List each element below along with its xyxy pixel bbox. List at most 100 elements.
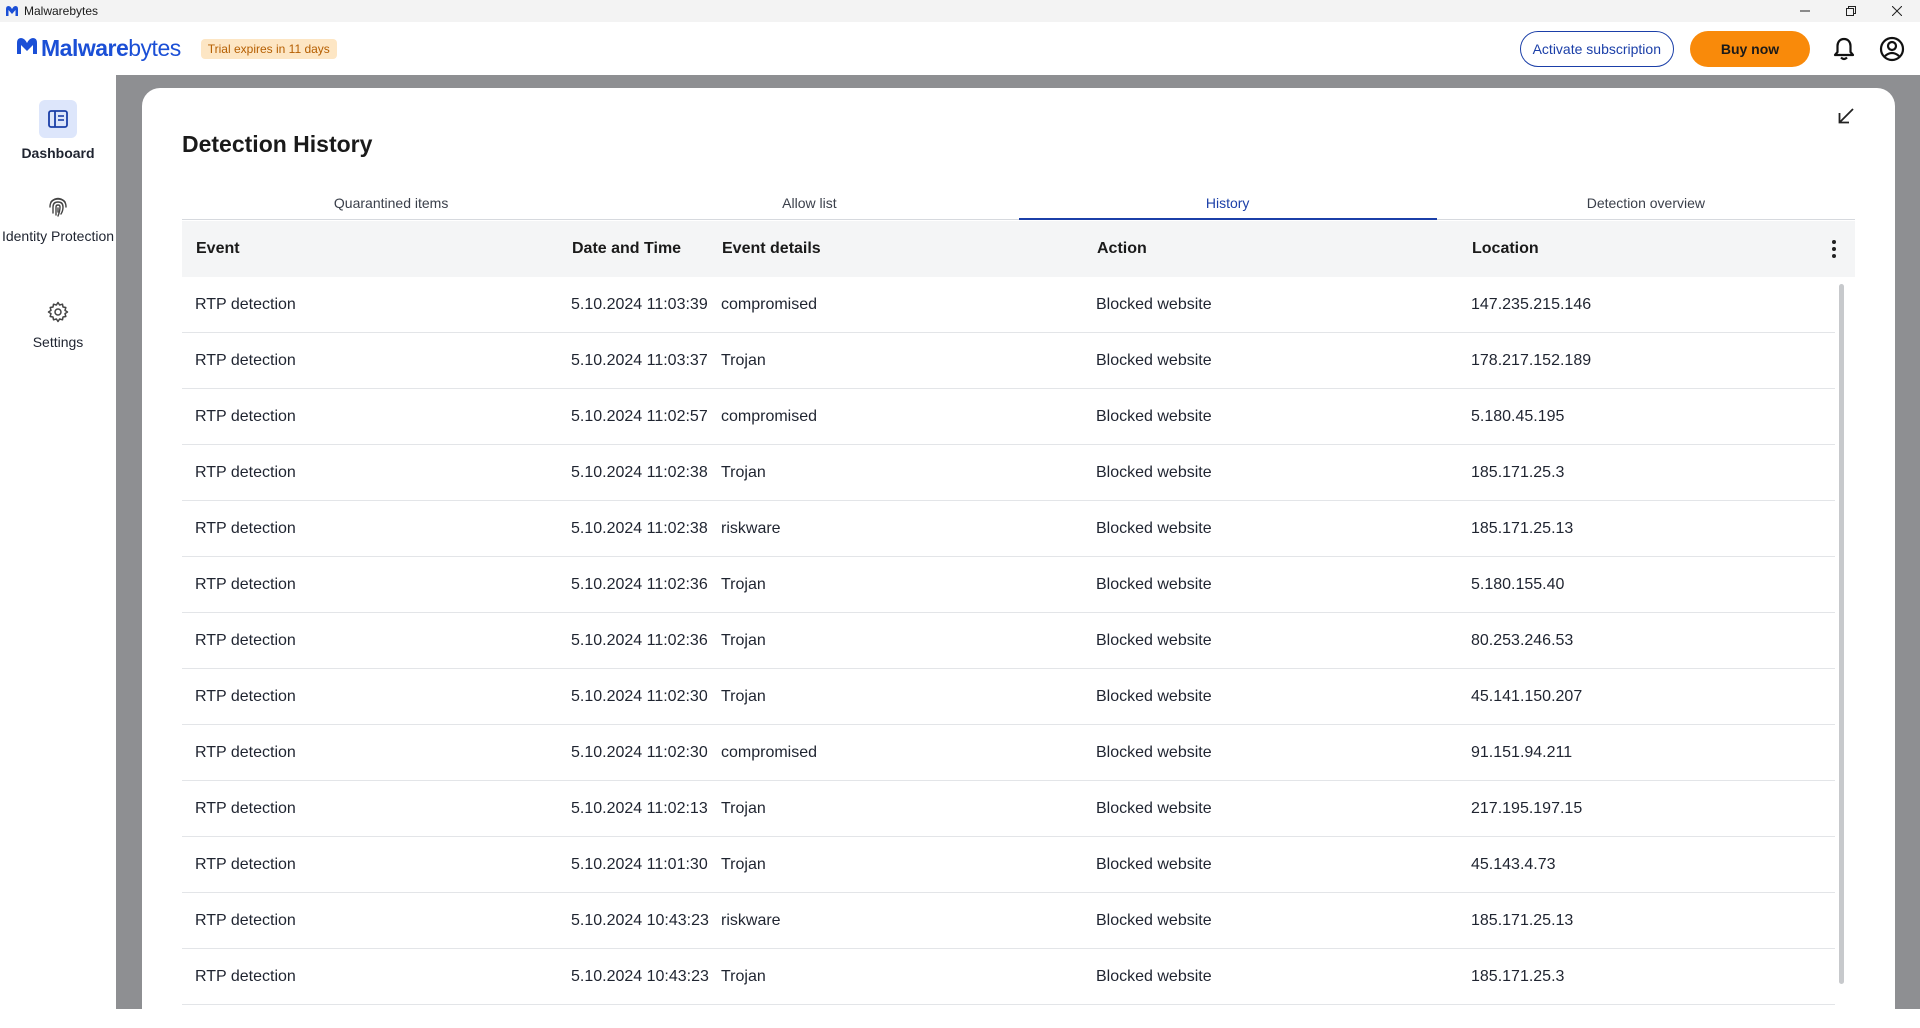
cell-location: 91.151.94.211 — [1471, 743, 1573, 761]
cell-event: RTP detection — [195, 743, 296, 761]
cell-action: Blocked website — [1096, 855, 1212, 873]
cell-location: 178.217.152.189 — [1471, 351, 1592, 369]
table-row[interactable]: RTP detection 5.10.2024 11:02:13 Trojan Blo… — [182, 781, 1835, 837]
cell-location: 147.235.215.146 — [1471, 295, 1592, 313]
cell-date: 5.10.2024 11:01:30 — [571, 855, 708, 873]
tab-history[interactable]: History — [1018, 186, 1438, 220]
restore-button[interactable] — [1828, 0, 1874, 22]
cell-date: 5.10.2024 11:02:30 — [571, 687, 708, 705]
cell-location: 45.143.4.73 — [1471, 855, 1556, 873]
app-header: Malwarebytes Trial expires in 11 days Ac… — [0, 22, 1920, 75]
column-header-date[interactable]: Date and Time — [572, 240, 681, 258]
column-header-action[interactable]: Action — [1097, 240, 1147, 258]
cell-location: 185.171.25.3 — [1471, 463, 1565, 481]
cell-details: Trojan — [721, 687, 766, 705]
cell-event: RTP detection — [195, 351, 296, 369]
column-header-location[interactable]: Location — [1472, 240, 1539, 258]
cell-event: RTP detection — [195, 295, 296, 313]
table-row[interactable]: RTP detection 5.10.2024 11:03:39 compromis… — [182, 277, 1835, 333]
sidebar-item-identity-protection[interactable]: Identity Protection — [0, 187, 116, 246]
cell-date: 5.10.2024 11:03:37 — [571, 351, 708, 369]
column-header-details[interactable]: Event details — [722, 240, 821, 258]
cell-action: Blocked website — [1096, 519, 1212, 537]
column-header-event[interactable]: Event — [196, 240, 240, 258]
tab-quarantined-items[interactable]: Quarantined items — [182, 186, 600, 219]
cell-details: Trojan — [721, 855, 766, 873]
buy-now-button[interactable]: Buy now — [1690, 30, 1810, 67]
table-row[interactable]: RTP detection 5.10.2024 11:02:36 Trojan Blo… — [182, 557, 1835, 613]
cell-location: 5.180.155.40 — [1471, 575, 1565, 593]
table-row[interactable]: RTP detection 5.10.2024 11:02:36 Trojan Blo… — [182, 613, 1835, 669]
cell-date: 5.10.2024 11:02:36 — [571, 575, 708, 593]
cell-details: Trojan — [721, 967, 766, 985]
cell-date: 5.10.2024 11:03:39 — [571, 295, 708, 313]
table-row[interactable]: RTP detection 5.10.2024 11:02:30 compromis… — [182, 725, 1835, 781]
table-row[interactable]: RTP detection 5.10.2024 11:02:57 compromis… — [182, 389, 1835, 445]
minimize-button[interactable] — [1782, 0, 1828, 22]
window-title: Malwarebytes — [24, 4, 99, 18]
close-button[interactable] — [1874, 0, 1920, 22]
cell-date: 5.10.2024 11:02:38 — [571, 519, 708, 537]
cell-location: 185.171.25.13 — [1471, 911, 1574, 929]
sidebar-item-dashboard[interactable]: Dashboard — [0, 100, 116, 163]
cell-date: 5.10.2024 11:02:36 — [571, 631, 708, 649]
cell-location: 80.253.246.53 — [1471, 631, 1574, 649]
cell-event: RTP detection — [195, 631, 296, 649]
cell-event: RTP detection — [195, 799, 296, 817]
user-account-icon — [1879, 36, 1905, 61]
cell-details: riskware — [721, 911, 781, 929]
malwarebytes-logo-icon — [4, 3, 20, 19]
cell-location: 5.180.45.195 — [1471, 407, 1565, 425]
table-row[interactable]: RTP detection 5.10.2024 10:43:23 Trojan Blo… — [182, 949, 1835, 1005]
cell-event: RTP detection — [195, 967, 296, 985]
brand-logo[interactable]: Malwarebytes — [16, 35, 181, 62]
cell-event: RTP detection — [195, 687, 296, 705]
tab-allow-list[interactable]: Allow list — [600, 186, 1018, 219]
cell-event: RTP detection — [195, 407, 296, 425]
cell-details: Trojan — [721, 631, 766, 649]
table-row[interactable]: RTP detection 5.10.2024 11:03:37 Trojan Blo… — [182, 333, 1835, 389]
table-body: RTP detection 5.10.2024 11:03:39 compromis… — [182, 277, 1835, 1005]
table-header: Event Date and Time Event details Action… — [182, 221, 1855, 277]
notifications-button[interactable] — [1830, 35, 1858, 63]
brand-name-light: bytes — [128, 35, 181, 61]
sidebar: Dashboard Identity Protection Settings — [0, 75, 116, 1009]
sidebar-item-label: Dashboard — [21, 145, 95, 161]
cell-action: Blocked website — [1096, 407, 1212, 425]
tab-bar: Quarantined items Allow list History Det… — [182, 186, 1855, 220]
cell-action: Blocked website — [1096, 799, 1212, 817]
cell-action: Blocked website — [1096, 967, 1212, 985]
table-row[interactable]: RTP detection 5.10.2024 11:01:30 Trojan Blo… — [182, 837, 1835, 893]
cell-location: 185.171.25.3 — [1471, 967, 1565, 985]
cell-details: Trojan — [721, 575, 766, 593]
gear-icon — [39, 293, 77, 331]
activate-subscription-button[interactable]: Activate subscription — [1519, 30, 1674, 67]
account-button[interactable] — [1878, 35, 1906, 63]
table-scrollbar[interactable] — [1839, 284, 1844, 984]
cell-details: riskware — [721, 519, 781, 537]
cell-event: RTP detection — [195, 519, 296, 537]
cell-action: Blocked website — [1096, 743, 1212, 761]
restore-icon — [1846, 6, 1856, 16]
cell-event: RTP detection — [195, 855, 296, 873]
cell-details: compromised — [721, 295, 818, 313]
table-row[interactable]: RTP detection 5.10.2024 11:02:38 riskware B… — [182, 501, 1835, 557]
page-title: Detection History — [182, 131, 373, 157]
table-row[interactable]: RTP detection 5.10.2024 11:02:38 Trojan Blo… — [182, 445, 1835, 501]
cell-location: 185.171.25.13 — [1471, 519, 1574, 537]
collapse-panel-button[interactable] — [1835, 105, 1857, 127]
cell-details: compromised — [721, 407, 818, 425]
bell-icon — [1833, 37, 1855, 60]
cell-date: 5.10.2024 10:43:23 — [571, 911, 709, 929]
cell-action: Blocked website — [1096, 911, 1212, 929]
table-row[interactable]: RTP detection 5.10.2024 11:02:30 Trojan Blo… — [182, 669, 1835, 725]
table-row[interactable]: RTP detection 5.10.2024 10:43:23 riskware B… — [182, 893, 1835, 949]
cell-action: Blocked website — [1096, 351, 1212, 369]
sidebar-item-settings[interactable]: Settings — [0, 293, 116, 352]
fingerprint-icon — [39, 187, 77, 225]
more-options-icon[interactable] — [1831, 237, 1837, 261]
cell-details: compromised — [721, 743, 818, 761]
cell-event: RTP detection — [195, 463, 296, 481]
history-table: Event Date and Time Event details Action… — [182, 221, 1855, 1005]
tab-detection-overview[interactable]: Detection overview — [1437, 186, 1855, 219]
